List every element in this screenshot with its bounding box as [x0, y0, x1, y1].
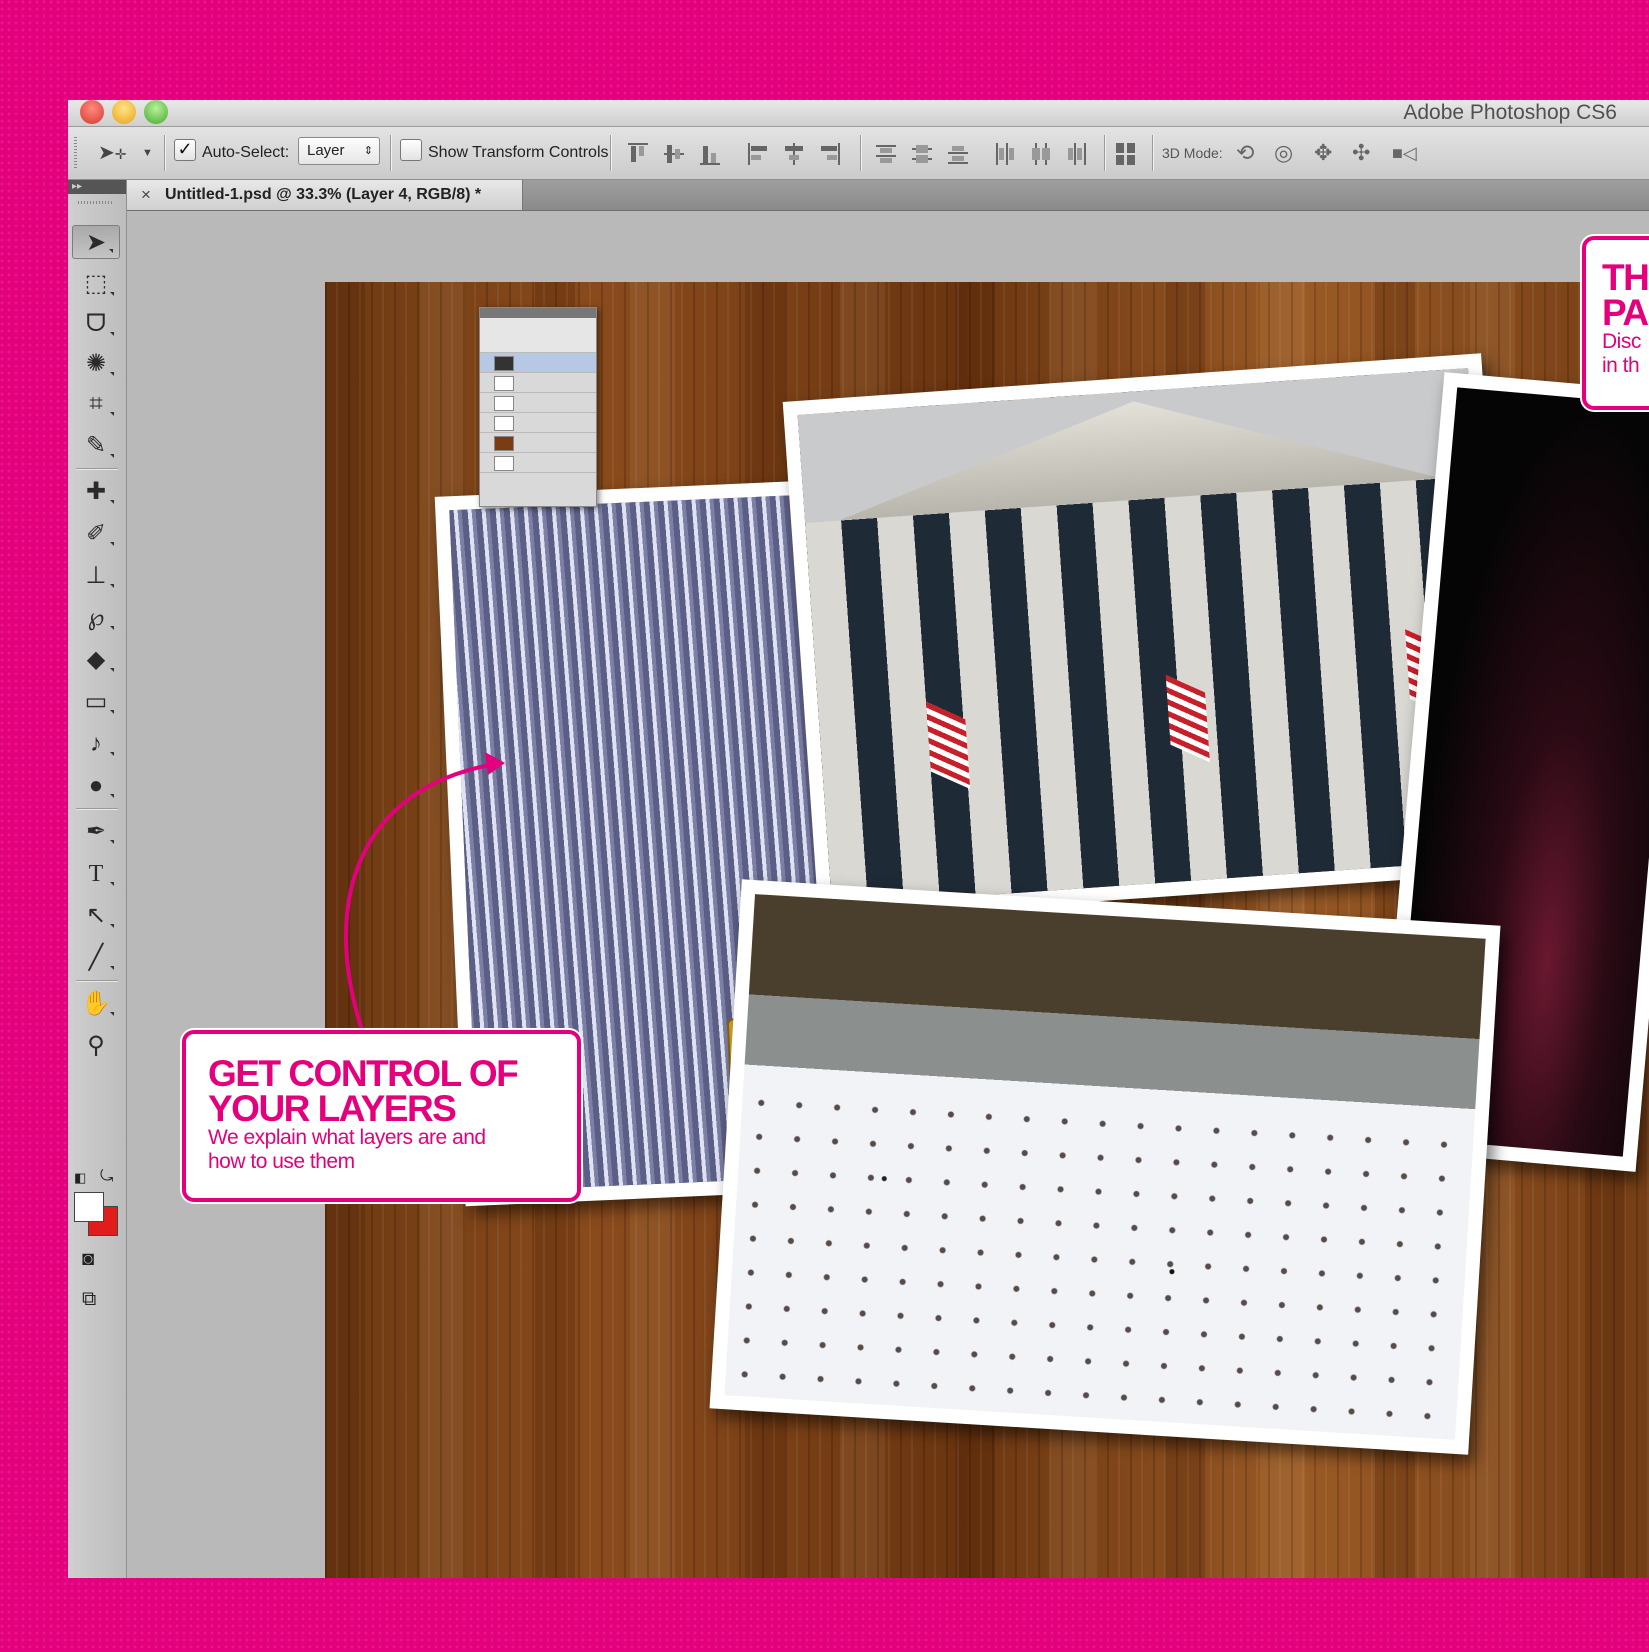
- panels-callout: TH PA Disc in th: [1582, 236, 1649, 410]
- layers-callout-heading-line2: YOUR LAYERS: [208, 1088, 457, 1129]
- panels-callout-body-line1: Disc: [1602, 330, 1641, 353]
- layers-callout-heading-line1: GET CONTROL OF: [208, 1053, 519, 1094]
- layers-callout-body-line1: We explain what layers are and: [208, 1126, 486, 1149]
- layers-callout-body-line2: how to use them: [208, 1150, 355, 1173]
- layers-callout: GET CONTROL OF YOUR LAYERS We explain wh…: [182, 1030, 581, 1202]
- callout-arrow: [344, 752, 505, 1031]
- panels-callout-heading-line2: PA: [1602, 292, 1649, 333]
- panels-callout-heading-line1: TH: [1602, 257, 1649, 298]
- panels-callout-body-line2: in th: [1602, 354, 1640, 377]
